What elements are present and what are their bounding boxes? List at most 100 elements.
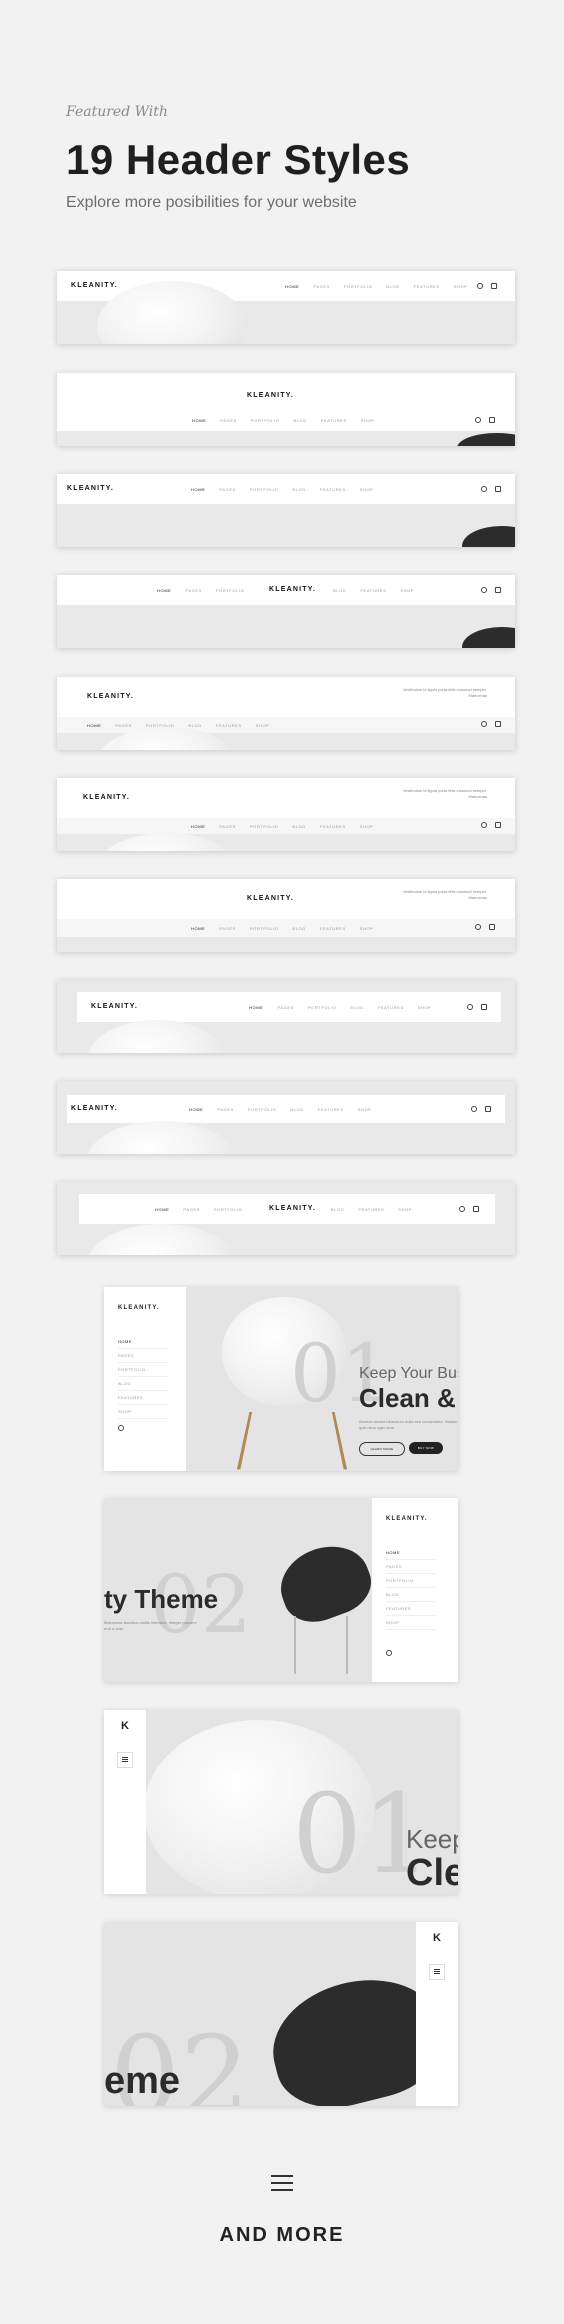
nav-item[interactable]: SHOP <box>454 284 468 289</box>
search-icon[interactable] <box>459 1206 465 1212</box>
cart-icon[interactable] <box>481 1004 487 1010</box>
nav-item[interactable]: HOME <box>157 588 171 593</box>
header-style-5[interactable]: KLEANITY. Vestibulum id ligula porta fel… <box>57 677 515 750</box>
nav-item[interactable]: HOME <box>192 418 206 423</box>
nav-item[interactable]: HOME <box>191 487 205 492</box>
search-icon[interactable] <box>467 1004 473 1010</box>
search-icon[interactable] <box>481 822 487 828</box>
nav-item[interactable]: SHOP <box>386 1616 436 1630</box>
nav-item[interactable]: HOME <box>191 824 205 829</box>
nav-item[interactable]: FEATURES <box>320 926 346 931</box>
header-style-2[interactable]: KLEANITY. HOME PAGES PORTFOLIO BLOG FEAT… <box>57 373 515 446</box>
nav-item[interactable]: FEATURES <box>359 1207 385 1212</box>
nav-item[interactable]: FEATURES <box>318 1107 344 1112</box>
header-style-10[interactable]: HOME PAGES PORTFOLIO KLEANITY. BLOG FEAT… <box>57 1182 515 1255</box>
nav-item[interactable]: SHOP <box>361 418 375 423</box>
header-style-3[interactable]: KLEANITY. HOME PAGES PORTFOLIO BLOG FEAT… <box>57 474 515 547</box>
nav-item[interactable]: SHOP <box>400 588 414 593</box>
nav-item[interactable]: BLOG <box>333 588 347 593</box>
search-icon[interactable] <box>475 417 481 423</box>
nav-item[interactable]: HOME <box>285 284 299 289</box>
search-icon[interactable] <box>471 1106 477 1112</box>
nav-item[interactable]: PAGES <box>219 926 236 931</box>
nav-item[interactable]: FEATURES <box>378 1005 404 1010</box>
nav-item[interactable]: PORTFOLIO <box>251 418 279 423</box>
header-style-4[interactable]: HOME PAGES PORTFOLIO KLEANITY. BLOG FEAT… <box>57 575 515 648</box>
nav-item[interactable]: PORTFOLIO <box>386 1574 436 1588</box>
nav-item[interactable]: FEATURES <box>361 588 387 593</box>
nav-item[interactable]: PORTFOLIO <box>344 284 372 289</box>
cart-icon[interactable] <box>489 417 495 423</box>
search-icon[interactable] <box>477 283 483 289</box>
nav-item[interactable]: HOME <box>155 1207 169 1212</box>
nav-item[interactable]: FEATURES <box>386 1602 436 1616</box>
nav-item[interactable]: PAGES <box>313 284 330 289</box>
nav-item[interactable]: PORTFOLIO <box>250 487 278 492</box>
search-icon[interactable] <box>386 1650 392 1656</box>
nav-item[interactable]: PAGES <box>185 588 202 593</box>
nav-item[interactable]: PORTFOLIO <box>250 824 278 829</box>
nav-item[interactable]: BLOG <box>386 1588 436 1602</box>
search-icon[interactable] <box>475 924 481 930</box>
search-icon[interactable] <box>481 587 487 593</box>
hamburger-icon[interactable] <box>117 1752 133 1768</box>
nav-item[interactable]: BLOG <box>293 418 307 423</box>
search-icon[interactable] <box>118 1425 124 1431</box>
nav-item[interactable]: PAGES <box>217 1107 234 1112</box>
cart-icon[interactable] <box>489 924 495 930</box>
nav-item[interactable]: SHOP <box>360 926 374 931</box>
nav-item[interactable]: PAGES <box>219 487 236 492</box>
nav-item[interactable]: PORTFOLIO <box>248 1107 276 1112</box>
nav-item[interactable]: FEATURES <box>320 487 346 492</box>
nav-item[interactable]: PORTFOLIO <box>216 588 244 593</box>
search-icon[interactable] <box>481 721 487 727</box>
nav-item[interactable]: SHOP <box>360 487 374 492</box>
nav-item[interactable]: PAGES <box>115 723 132 728</box>
nav-item[interactable]: PAGES <box>118 1349 168 1363</box>
nav-item[interactable]: BLOG <box>292 824 306 829</box>
hamburger-icon[interactable] <box>429 1964 445 1980</box>
nav-item[interactable]: SHOP <box>358 1107 372 1112</box>
nav-item[interactable]: FEATURES <box>216 723 242 728</box>
cart-icon[interactable] <box>491 283 497 289</box>
cart-icon[interactable] <box>495 587 501 593</box>
minimal-header-right[interactable]: 02 eme K <box>104 1922 458 2106</box>
nav-item[interactable]: BLOG <box>292 487 306 492</box>
nav-item[interactable]: PORTFOLIO <box>308 1005 336 1010</box>
nav-item[interactable]: HOME <box>191 926 205 931</box>
cart-icon[interactable] <box>485 1106 491 1112</box>
nav-item[interactable]: FEATURES <box>320 824 346 829</box>
nav-item[interactable]: BLOG <box>188 723 202 728</box>
nav-item[interactable]: HOME <box>249 1005 263 1010</box>
nav-item[interactable]: FEATURES <box>321 418 347 423</box>
header-style-6[interactable]: KLEANITY. Vestibulum id ligula porta fel… <box>57 778 515 851</box>
nav-item[interactable]: PORTFOLIO <box>118 1363 168 1377</box>
vertical-header-left[interactable]: KLEANITY. HOME PAGES PORTFOLIO BLOG FEAT… <box>104 1287 458 1471</box>
nav-item[interactable]: PAGES <box>386 1560 436 1574</box>
header-style-7[interactable]: KLEANITY. Vestibulum id ligula porta fel… <box>57 879 515 952</box>
cart-icon[interactable] <box>495 486 501 492</box>
nav-item[interactable]: FEATURES <box>414 284 440 289</box>
nav-item[interactable]: HOME <box>386 1546 436 1560</box>
cart-icon[interactable] <box>495 822 501 828</box>
nav-item[interactable]: HOME <box>118 1335 168 1349</box>
search-icon[interactable] <box>481 486 487 492</box>
nav-item[interactable]: PAGES <box>277 1005 294 1010</box>
nav-item[interactable]: BLOG <box>290 1107 304 1112</box>
header-style-1[interactable]: KLEANITY. HOME PAGES PORTFOLIO BLOG FEAT… <box>57 271 515 344</box>
nav-item[interactable]: BLOG <box>292 926 306 931</box>
nav-item[interactable]: HOME <box>189 1107 203 1112</box>
buy-now-button[interactable]: BUY NOW <box>409 1442 443 1454</box>
nav-item[interactable]: PORTFOLIO <box>214 1207 242 1212</box>
nav-item[interactable]: BLOG <box>350 1005 364 1010</box>
nav-item[interactable]: SHOP <box>418 1005 432 1010</box>
cart-icon[interactable] <box>495 721 501 727</box>
nav-item[interactable]: BLOG <box>331 1207 345 1212</box>
learn-more-button[interactable]: LEARN MORE <box>359 1442 405 1456</box>
nav-item[interactable]: SHOP <box>360 824 374 829</box>
nav-item[interactable]: HOME <box>87 723 101 728</box>
nav-item[interactable]: SHOP <box>256 723 270 728</box>
nav-item[interactable]: PORTFOLIO <box>250 926 278 931</box>
nav-item[interactable]: FEATURES <box>118 1391 168 1405</box>
nav-item[interactable]: BLOG <box>386 284 400 289</box>
